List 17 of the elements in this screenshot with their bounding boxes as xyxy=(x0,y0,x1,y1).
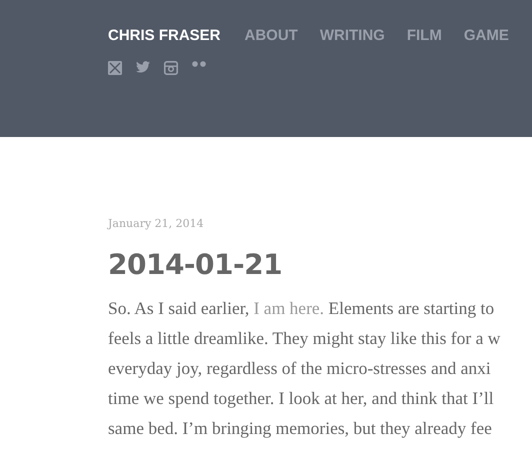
paragraph-line: time we spend together. I look at her, and think that I’ll xyxy=(108,387,494,410)
twitter-icon xyxy=(136,61,150,73)
paragraph-line: everyday joy, regardless of the micro-stresses and anxi xyxy=(108,357,491,380)
nav-link[interactable]: GAME xyxy=(464,27,509,44)
nav-link[interactable]: FILM xyxy=(406,27,442,44)
site-title[interactable]: CHRIS FRASER xyxy=(108,27,221,44)
post-date: January 21, 2014 xyxy=(108,217,205,230)
paragraph-line: same bed. I’m bringing memories, but they already fee xyxy=(108,417,492,440)
post-title: 2014-01-21 xyxy=(108,248,282,281)
paragraph-line: feels a little dreamlike. They might stay like this for a w xyxy=(108,327,500,350)
nav-link[interactable]: ABOUT xyxy=(244,27,298,44)
text-link[interactable]: I am here. xyxy=(254,298,324,318)
flickr-icon xyxy=(192,61,206,67)
paragraph-line: So. As I said earlier, I am here. Elements are starting to xyxy=(108,297,494,320)
instagram-icon xyxy=(164,61,178,75)
nav-link[interactable]: WRITING xyxy=(320,27,385,44)
mail-icon xyxy=(108,61,122,75)
